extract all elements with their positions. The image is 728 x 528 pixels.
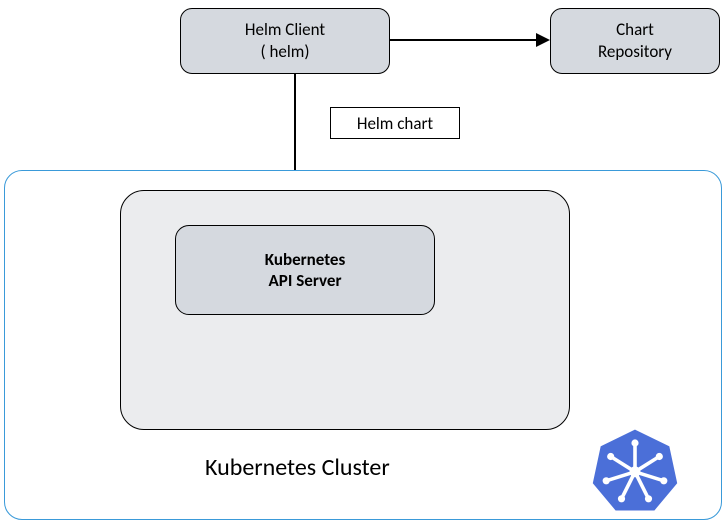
chart-repo-line2: Repository bbox=[598, 41, 672, 63]
kubernetes-api-server-box: Kubernetes API Server bbox=[175, 225, 435, 315]
kubernetes-cluster-label: Kubernetes Cluster bbox=[205, 453, 390, 482]
api-server-line2: API Server bbox=[269, 270, 342, 291]
kubernetes-logo-icon bbox=[590, 425, 680, 515]
helm-chart-label: Helm chart bbox=[357, 113, 433, 134]
helm-client-box: Helm Client ( helm) bbox=[180, 8, 390, 74]
helm-chart-label-box: Helm chart bbox=[330, 107, 460, 139]
chart-repo-line1: Chart bbox=[616, 19, 654, 41]
helm-client-line1: Helm Client bbox=[245, 19, 325, 41]
arrow-to-repo-line bbox=[390, 39, 538, 41]
api-server-line1: Kubernetes bbox=[265, 249, 346, 270]
helm-client-line2: ( helm) bbox=[260, 41, 309, 63]
chart-repository-box: Chart Repository bbox=[550, 8, 720, 74]
arrow-to-repo-head bbox=[536, 33, 550, 47]
